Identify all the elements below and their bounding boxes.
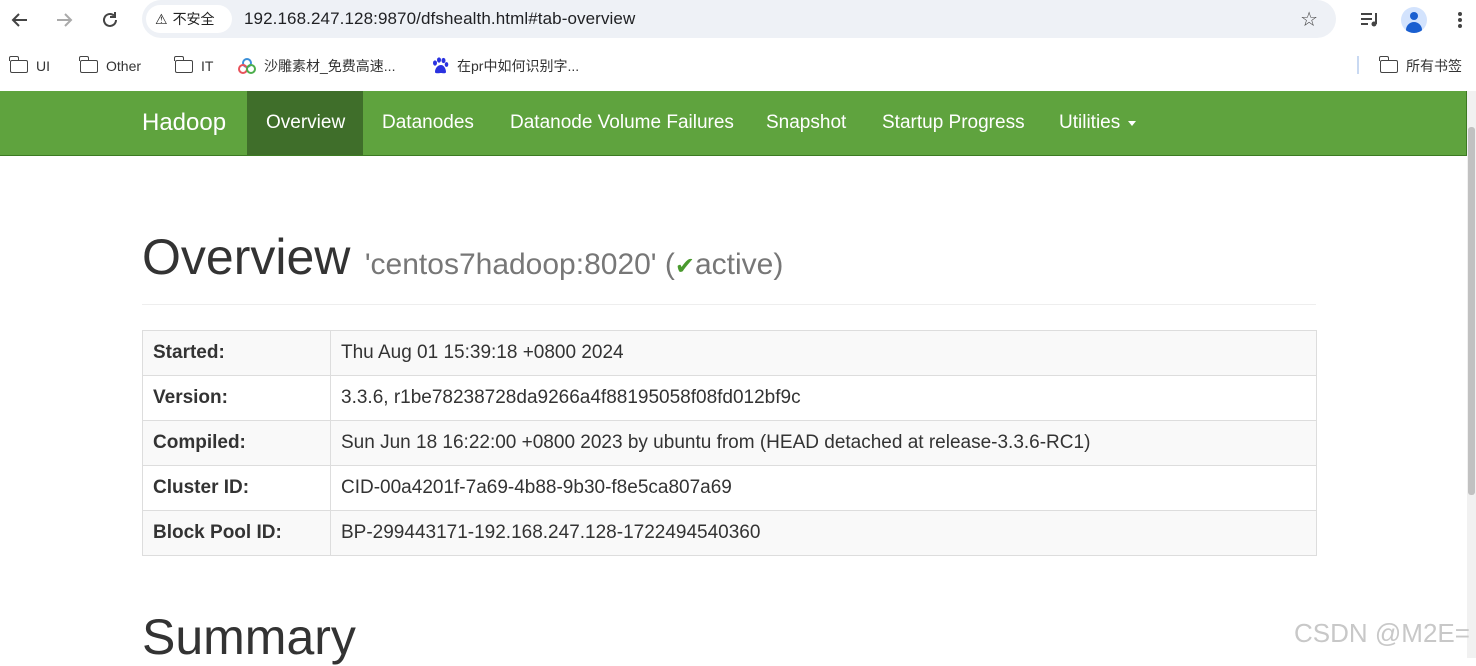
browser-toolbar: ⚠ 不安全 192.168.247.128:9870/dfshealth.htm…: [0, 0, 1476, 40]
paren-open: (: [664, 248, 675, 281]
tab-datanodes[interactable]: Datanodes: [363, 91, 493, 155]
hadoop-navbar: Hadoop Overview Datanodes Datanode Volum…: [0, 91, 1467, 156]
bookmark-folder-it[interactable]: IT: [174, 55, 214, 76]
summary-heading: Summary: [142, 609, 356, 665]
scrollbar-thumb[interactable]: [1468, 127, 1475, 495]
all-bookmarks-folder[interactable]: 所有书签: [1379, 55, 1462, 76]
menu-kebab-icon[interactable]: [1446, 6, 1474, 34]
caret-down-icon: [1128, 120, 1137, 126]
security-label: 不安全: [172, 11, 215, 27]
tab-startup-progress[interactable]: Startup Progress: [863, 91, 1044, 155]
row-label: Block Pool ID:: [142, 510, 331, 556]
table-row: Version: 3.3.6, r1be78238728da9266a4f881…: [142, 375, 1317, 421]
bookmarks-divider: [1357, 56, 1359, 74]
warning-icon: ⚠: [155, 10, 168, 27]
bookmark-label: Other: [106, 58, 142, 74]
folder-icon: [9, 55, 28, 73]
row-value: Thu Aug 01 15:39:18 +0800 2024: [330, 330, 1317, 376]
overview-table: Started: Thu Aug 01 15:39:18 +0800 2024 …: [142, 330, 1317, 556]
watermark: CSDN @M2E=: [1294, 618, 1470, 648]
bookmark-label: 沙雕素材_免费高速...: [264, 58, 396, 74]
bookmark-folder-other[interactable]: Other: [79, 55, 142, 76]
security-chip[interactable]: ⚠ 不安全: [146, 5, 232, 33]
bookmark-site-baidu[interactable]: 在pr中如何识别字...: [431, 56, 579, 76]
bookmark-label: 在pr中如何识别字...: [457, 58, 580, 74]
table-row: Block Pool ID: BP-299443171-192.168.247.…: [142, 510, 1317, 556]
folder-icon: [1379, 55, 1398, 73]
baidu-paw-icon: [433, 57, 449, 74]
bookmark-folder-ui[interactable]: UI: [9, 55, 50, 76]
bookmark-label: UI: [36, 58, 50, 74]
table-row: Cluster ID: CID-00a4201f-7a69-4b88-9b30-…: [142, 465, 1317, 511]
folder-icon: [79, 55, 98, 73]
namenode-state: active): [695, 248, 784, 281]
row-label: Version:: [142, 375, 331, 421]
url-text[interactable]: 192.168.247.128:9870/dfshealth.html#tab-…: [244, 9, 635, 29]
page-subtitle: 'centos7hadoop:8020' (✔active): [365, 248, 784, 281]
page-title: Overview: [142, 229, 351, 285]
namenode-host: 'centos7hadoop:8020': [364, 248, 657, 281]
row-label: Compiled:: [142, 420, 331, 466]
page-scrollbar[interactable]: [1467, 91, 1476, 658]
row-label: Cluster ID:: [142, 465, 331, 511]
reload-icon[interactable]: [96, 6, 124, 34]
bookmark-label: IT: [201, 58, 214, 74]
all-bookmarks-label: 所有书签: [1406, 58, 1462, 74]
table-row: Compiled: Sun Jun 18 16:22:00 +0800 2023…: [142, 420, 1317, 466]
row-value: CID-00a4201f-7a69-4b88-9b30-f8e5ca807a69: [330, 465, 1317, 511]
site-icon: [238, 58, 256, 74]
row-label: Started:: [142, 330, 331, 376]
brand-logo[interactable]: Hadoop: [142, 109, 226, 137]
check-icon: ✔: [674, 253, 695, 280]
tab-datanode-volume-failures[interactable]: Datanode Volume Failures: [491, 91, 753, 155]
tab-utilities[interactable]: Utilities: [1040, 91, 1155, 155]
address-bar[interactable]: ⚠ 不安全 192.168.247.128:9870/dfshealth.htm…: [142, 0, 1336, 38]
back-arrow-icon[interactable]: [6, 6, 34, 34]
row-value: Sun Jun 18 16:22:00 +0800 2023 by ubuntu…: [330, 420, 1317, 466]
bookmark-site-shadiao[interactable]: 沙雕素材_免费高速...: [238, 56, 395, 76]
profile-avatar-icon[interactable]: [1400, 6, 1428, 34]
tab-snapshot[interactable]: Snapshot: [747, 91, 865, 155]
overview-header: Overview 'centos7hadoop:8020' (✔active): [142, 228, 1316, 305]
bookmarks-bar: UI Other IT 沙雕素材_免费高速... 在pr中如何识别字... 所有…: [0, 40, 1476, 90]
row-value: 3.3.6, r1be78238728da9266a4f88195058f08f…: [330, 375, 1317, 421]
row-value: BP-299443171-192.168.247.128-17224945403…: [330, 510, 1317, 556]
folder-icon: [174, 55, 193, 73]
bookmark-star-icon[interactable]: ☆: [1300, 7, 1318, 32]
table-row: Started: Thu Aug 01 15:39:18 +0800 2024: [142, 330, 1317, 376]
tab-overview[interactable]: Overview: [247, 91, 363, 155]
media-control-icon[interactable]: [1356, 6, 1384, 34]
forward-arrow-icon[interactable]: [50, 6, 78, 34]
utilities-label: Utilities: [1059, 112, 1121, 133]
